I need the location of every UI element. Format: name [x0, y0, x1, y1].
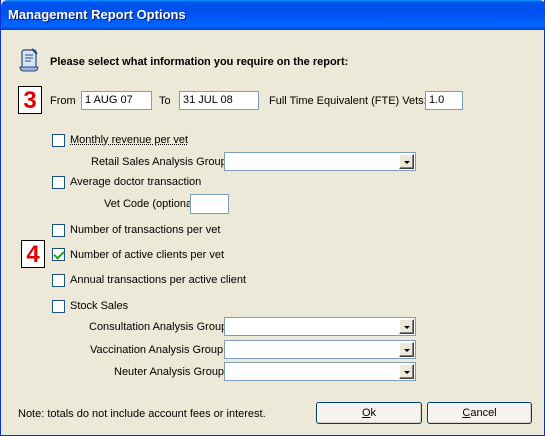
step-3-marker: 3	[18, 86, 42, 114]
from-label: From	[50, 95, 76, 107]
active-clients-label[interactable]: Number of active clients per vet	[70, 249, 224, 261]
num-transactions-label[interactable]: Number of transactions per vet	[70, 224, 220, 236]
ok-button[interactable]: Ok	[316, 402, 422, 424]
retail-group-label: Retail Sales Analysis Group	[91, 156, 227, 168]
consultation-group-select[interactable]	[224, 317, 416, 336]
stock-sales-checkbox[interactable]	[52, 300, 65, 313]
annual-transactions-checkbox[interactable]	[52, 274, 65, 287]
stock-sales-label[interactable]: Stock Sales	[70, 300, 128, 312]
instructions-heading: Please select what information you requi…	[50, 56, 348, 68]
to-date-input[interactable]: 31 JUL 08	[179, 91, 259, 110]
vaccination-group-label: Vaccination Analysis Group	[90, 344, 223, 356]
to-label: To	[159, 95, 171, 107]
annual-transactions-label[interactable]: Annual transactions per active client	[70, 274, 246, 286]
retail-group-select[interactable]	[224, 152, 416, 171]
fte-label: Full Time Equivalent (FTE) Vets:	[269, 95, 427, 107]
from-date-input[interactable]: 1 AUG 07	[81, 91, 152, 110]
chevron-down-icon[interactable]	[399, 319, 414, 334]
dialog-window: Management Report Options Please select …	[0, 0, 545, 436]
neuter-group-select[interactable]	[224, 362, 416, 381]
window-title: Management Report Options	[8, 7, 186, 22]
chevron-down-icon[interactable]	[399, 342, 414, 357]
report-icon	[16, 47, 42, 73]
vaccination-group-select[interactable]	[224, 340, 416, 359]
num-transactions-checkbox[interactable]	[52, 224, 65, 237]
monthly-revenue-label[interactable]: Monthly revenue per vet	[70, 134, 188, 146]
cancel-button[interactable]: Cancel	[427, 402, 532, 424]
footer-note: Note: totals do not include account fees…	[18, 408, 266, 420]
chevron-down-icon[interactable]	[399, 364, 414, 379]
avg-doctor-checkbox[interactable]	[52, 176, 65, 189]
consultation-group-label: Consultation Analysis Group	[89, 321, 227, 333]
chevron-down-icon[interactable]	[399, 154, 414, 169]
avg-doctor-label[interactable]: Average doctor transaction	[70, 176, 201, 188]
step-4-marker: 4	[21, 240, 45, 268]
monthly-revenue-checkbox[interactable]	[52, 134, 65, 147]
neuter-group-label: Neuter Analysis Group	[114, 366, 224, 378]
active-clients-checkbox[interactable]	[52, 248, 65, 261]
title-bar[interactable]: Management Report Options	[1, 0, 545, 30]
fte-input[interactable]: 1.0	[425, 91, 463, 110]
vet-code-input[interactable]	[190, 194, 229, 214]
